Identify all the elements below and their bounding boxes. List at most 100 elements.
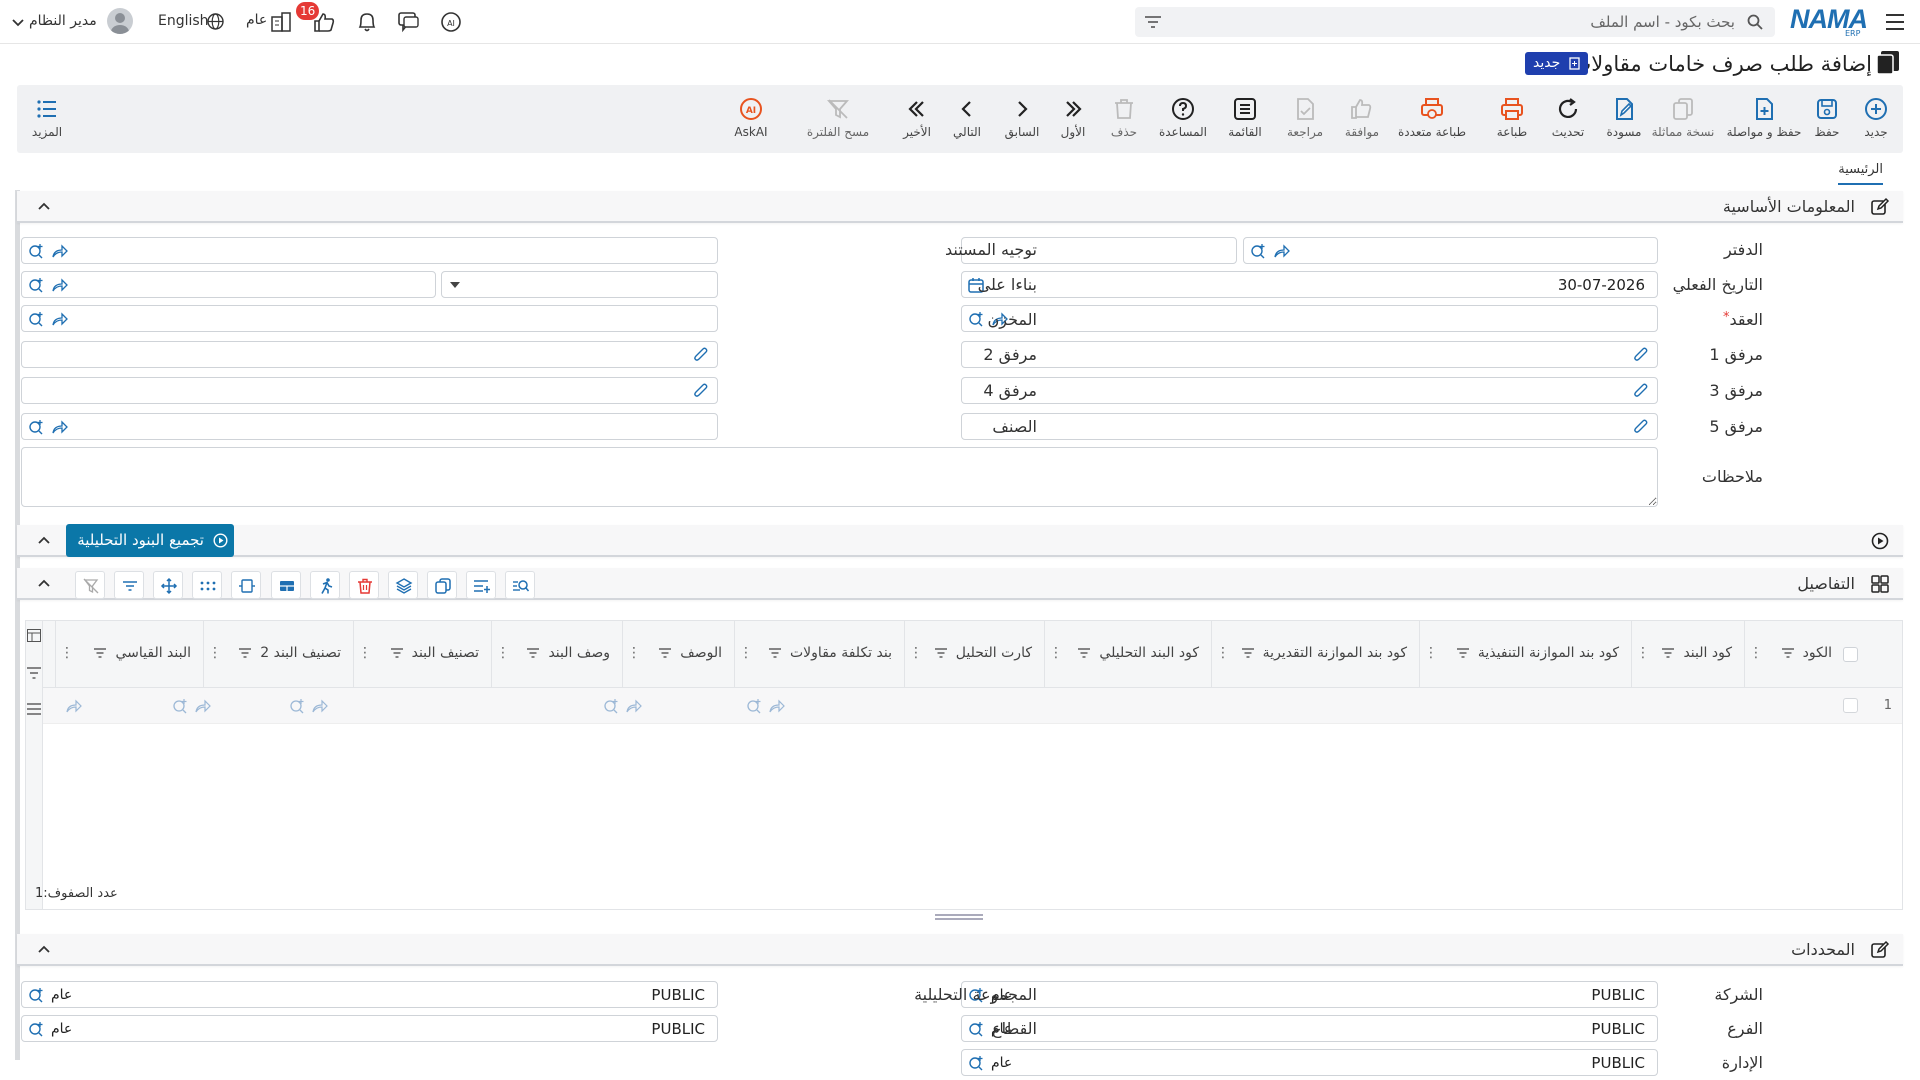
column-filter-icon[interactable] xyxy=(93,646,107,660)
play-circle-icon[interactable] xyxy=(1871,532,1889,550)
grid-fit-columns-button[interactable] xyxy=(231,571,261,599)
save-button[interactable]: حفظ xyxy=(1795,85,1859,153)
column-menu-icon[interactable]: ⋮ xyxy=(1049,645,1063,661)
doc-direction-field[interactable] xyxy=(21,237,718,264)
share-arrow-icon[interactable] xyxy=(51,419,68,435)
grid-run-button[interactable] xyxy=(310,571,340,599)
column-menu-icon[interactable]: ⋮ xyxy=(1636,645,1650,661)
column-filter-icon[interactable] xyxy=(658,646,672,660)
more-button[interactable]: المزيد xyxy=(15,85,79,153)
column-filter-icon[interactable] xyxy=(526,646,540,660)
column-menu-icon[interactable]: ⋮ xyxy=(60,645,74,661)
search-plus-icon[interactable] xyxy=(28,243,45,259)
branch-field[interactable]: PUBLIC عام xyxy=(961,1015,1658,1042)
search-plus-icon[interactable] xyxy=(968,311,985,327)
attachment1-field[interactable] xyxy=(961,341,1658,368)
column-header[interactable]: تصنيف البند 2 ⋮ xyxy=(203,621,353,688)
column-header[interactable]: الوصف ⋮ xyxy=(622,621,734,688)
search-plus-icon[interactable] xyxy=(968,1055,985,1071)
list-button[interactable]: القائمة xyxy=(1213,85,1277,153)
grid-dots-button[interactable] xyxy=(192,571,222,599)
review-button[interactable]: مراجعة xyxy=(1273,85,1337,153)
select-all-checkbox[interactable] xyxy=(1843,647,1858,662)
book-field[interactable] xyxy=(1243,237,1658,264)
search-plus-icon[interactable] xyxy=(28,419,45,435)
askai-button[interactable]: AI AskAI xyxy=(719,85,783,153)
share-arrow-icon[interactable] xyxy=(194,698,211,713)
column-header[interactable]: البند القياسي ⋮ xyxy=(55,621,203,688)
column-menu-icon[interactable]: ⋮ xyxy=(739,645,753,661)
clear-filter-button[interactable]: مسح الفلترة xyxy=(802,85,874,153)
avatar[interactable] xyxy=(107,8,133,34)
column-filter-icon[interactable] xyxy=(1456,646,1470,660)
filter-lines-icon[interactable] xyxy=(1145,16,1161,28)
chevron-up-icon[interactable] xyxy=(37,199,51,213)
column-menu-icon[interactable]: ⋮ xyxy=(208,645,222,661)
column-header[interactable]: وصف البند ⋮ xyxy=(491,621,622,688)
search-input[interactable] xyxy=(1195,7,1735,37)
resize-handle[interactable] xyxy=(935,914,983,920)
column-menu-icon[interactable]: ⋮ xyxy=(1424,645,1438,661)
column-filter-icon[interactable] xyxy=(934,646,948,660)
column-filter-icon[interactable] xyxy=(1661,646,1675,660)
share-arrow-icon[interactable] xyxy=(65,698,82,713)
grid-filter-button[interactable] xyxy=(114,571,144,599)
determinants-section-header[interactable]: المحددات xyxy=(17,934,1903,966)
column-header[interactable]: كارت التحليل ⋮ xyxy=(904,621,1044,688)
share-arrow-icon[interactable] xyxy=(768,698,785,713)
column-menu-icon[interactable]: ⋮ xyxy=(627,645,641,661)
company-icon[interactable] xyxy=(270,11,292,33)
actual-date-field[interactable]: 30-07-2026 xyxy=(961,271,1658,298)
based-on-select[interactable] xyxy=(441,271,718,298)
user-name[interactable]: مدير النظام xyxy=(29,13,97,29)
paperclip-icon[interactable] xyxy=(1633,347,1649,363)
language-switch[interactable]: English xyxy=(158,13,209,29)
chevron-up-icon[interactable] xyxy=(37,533,51,547)
search-plus-icon[interactable] xyxy=(289,698,305,714)
column-filter-icon[interactable] xyxy=(1241,646,1255,660)
basic-info-section-header[interactable]: المعلومات الأساسية xyxy=(17,191,1903,223)
column-header[interactable]: كود بند الموازنة التقديرية ⋮ xyxy=(1211,621,1419,688)
bell-icon[interactable] xyxy=(356,11,378,33)
company-label[interactable]: عام xyxy=(246,12,267,28)
column-header[interactable]: الكود ⋮ xyxy=(1744,621,1844,688)
search-plus-icon[interactable] xyxy=(968,1021,985,1037)
analytics-section-header[interactable] xyxy=(17,525,1903,557)
paperclip-icon[interactable] xyxy=(1633,419,1649,435)
column-filter-icon[interactable] xyxy=(1077,646,1091,660)
search-plus-icon[interactable] xyxy=(28,311,45,327)
company-field[interactable]: PUBLIC عام xyxy=(961,981,1658,1008)
sector-field[interactable]: PUBLIC عام xyxy=(21,1015,718,1042)
column-header[interactable]: كود البند التحليلي ⋮ xyxy=(1044,621,1211,688)
help-button[interactable]: المساعدة xyxy=(1151,85,1215,153)
column-filter-icon[interactable] xyxy=(238,646,252,660)
filter-lines-icon[interactable] xyxy=(27,667,41,679)
share-arrow-icon[interactable] xyxy=(51,243,68,259)
menu-icon[interactable] xyxy=(27,703,41,715)
attachment2-field[interactable] xyxy=(21,341,718,368)
share-arrow-icon[interactable] xyxy=(1273,243,1290,259)
notes-textarea[interactable] xyxy=(21,447,1658,507)
column-filter-icon[interactable] xyxy=(768,646,782,660)
search-plus-icon[interactable] xyxy=(603,698,619,714)
grid-search-button[interactable] xyxy=(505,571,535,599)
globe-icon[interactable] xyxy=(207,13,224,30)
paperclip-icon[interactable] xyxy=(1633,383,1649,399)
search-plus-icon[interactable] xyxy=(746,698,762,714)
share-arrow-icon[interactable] xyxy=(625,698,642,713)
search-plus-icon[interactable] xyxy=(172,698,188,714)
attachment5-field[interactable] xyxy=(961,413,1658,440)
search-plus-icon[interactable] xyxy=(28,1021,45,1037)
grid-merge-button[interactable] xyxy=(271,571,301,599)
share-arrow-icon[interactable] xyxy=(51,311,68,327)
grid-clear-filter-button[interactable] xyxy=(75,571,105,599)
search-plus-icon[interactable] xyxy=(28,277,45,293)
aggregate-analytic-items-button[interactable]: تجميع البنود التحليلية xyxy=(66,524,234,557)
category-field[interactable] xyxy=(21,413,718,440)
previous-button[interactable]: السابق xyxy=(990,85,1054,153)
messages-icon[interactable] xyxy=(398,11,420,33)
attachment3-field[interactable] xyxy=(961,377,1658,404)
column-menu-icon[interactable]: ⋮ xyxy=(1216,645,1230,661)
contract-field[interactable] xyxy=(961,305,1658,332)
multi-print-button[interactable]: طباعة متعددة xyxy=(1391,85,1473,153)
